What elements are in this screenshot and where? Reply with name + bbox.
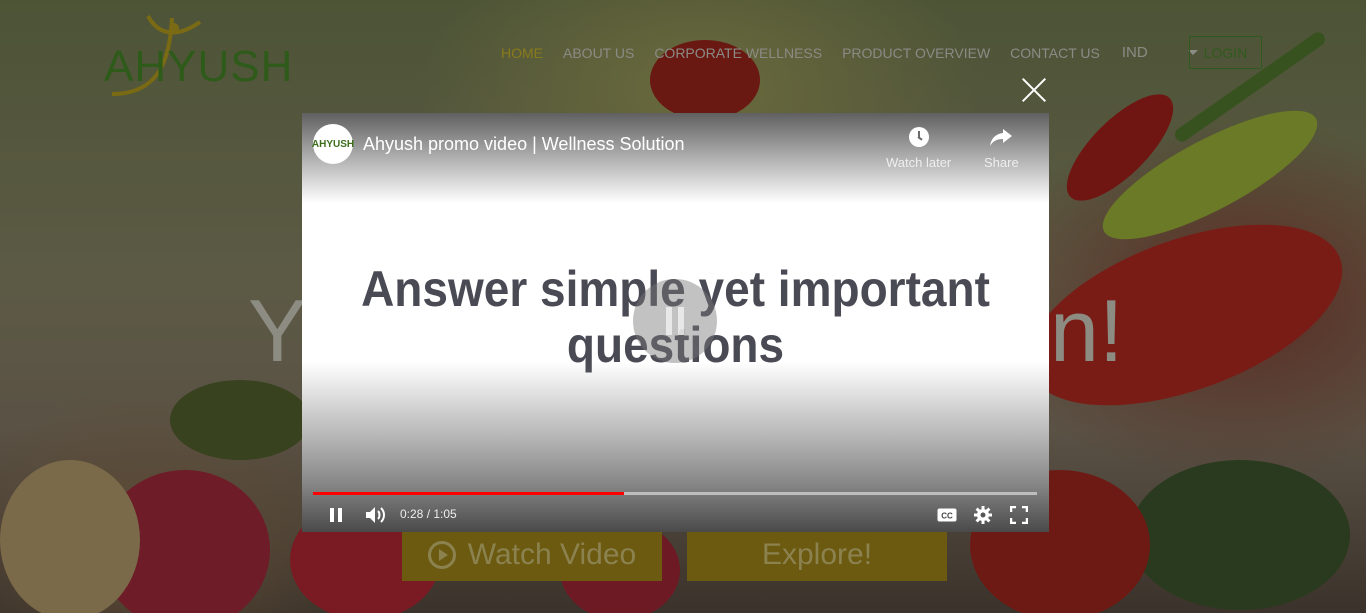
video-player[interactable]: Answer simple yet important questions AH… (302, 113, 1049, 532)
volume-button[interactable] (358, 501, 394, 529)
watch-video-button[interactable]: Watch Video (402, 528, 662, 581)
share-label: Share (984, 155, 1019, 170)
nav-corporate-wellness[interactable]: CORPORATE WELLNESS (654, 45, 822, 61)
settings-button[interactable] (965, 501, 1001, 529)
captions-icon: CC (937, 508, 957, 522)
gear-icon (974, 506, 992, 524)
watch-video-label: Watch Video (467, 537, 637, 571)
explore-label: Explore! (761, 537, 873, 571)
fullscreen-icon (1010, 506, 1028, 524)
center-pause-icon[interactable] (633, 279, 717, 363)
progress-bar[interactable] (313, 492, 1037, 495)
language-select[interactable]: IND (1122, 44, 1148, 61)
site-logo[interactable]: AHYUSH (100, 8, 292, 100)
volume-icon (366, 507, 385, 523)
close-icon[interactable] (1020, 76, 1048, 104)
svg-text:CC: CC (941, 512, 953, 521)
fullscreen-button[interactable] (1001, 501, 1037, 529)
pause-icon (330, 508, 342, 522)
watch-later-button[interactable]: Watch later (886, 127, 951, 170)
explore-button[interactable]: Explore! (687, 528, 947, 581)
hero-heading-left: Y (248, 281, 307, 380)
hero-heading-right: n! (1050, 281, 1124, 380)
pause-button[interactable] (318, 501, 354, 529)
clock-icon (908, 127, 929, 147)
share-icon (990, 129, 1013, 146)
watch-later-label: Watch later (886, 155, 952, 170)
video-title[interactable]: Ahyush promo video | Wellness Solution (363, 134, 685, 155)
share-button[interactable]: Share (984, 127, 1019, 170)
nav-product-overview[interactable]: PRODUCT OVERVIEW (842, 45, 990, 61)
progress-fill (313, 492, 625, 495)
captions-button[interactable]: CC (929, 501, 965, 529)
play-circle-icon (427, 540, 456, 569)
main-nav: HOME ABOUT US CORPORATE WELLNESS PRODUCT… (501, 44, 1240, 61)
nav-home[interactable]: HOME (501, 45, 543, 61)
time-display: 0:28 / 1:05 (400, 507, 457, 521)
login-button[interactable]: LOGIN (1189, 36, 1262, 69)
logo-text: AHYUSH (104, 42, 294, 91)
nav-about-us[interactable]: ABOUT US (563, 45, 634, 61)
player-controls: 0:28 / 1:05 CC (302, 501, 1049, 532)
nav-contact-us[interactable]: CONTACT US (1010, 45, 1100, 61)
channel-avatar[interactable]: AHYUSH (312, 124, 354, 164)
